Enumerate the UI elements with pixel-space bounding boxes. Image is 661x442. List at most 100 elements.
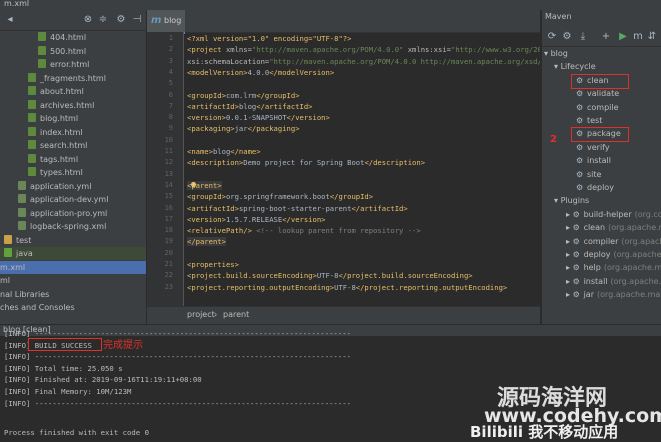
tree-item-label: java [16,249,33,258]
tree-item[interactable]: ml [0,274,146,287]
goal-gear-icon: ⚙ [573,235,581,248]
refresh-icon[interactable]: ⟳ [546,31,558,43]
add-icon[interactable]: + [600,31,612,43]
console-line: [INFO] Finished at: 2019-09-16T11:19:11+… [4,375,202,384]
tree-item[interactable]: java [0,247,147,260]
tree-item-label: m.xml [0,263,25,272]
maven-plugin-build-helper[interactable]: ▸ ⚙build-helper(org.codeh [542,208,661,221]
maven-plugin-jar[interactable]: ▸ ⚙jar(org.apache.maven [542,288,661,301]
maven-file-icon: m [151,15,161,26]
code-token: UTF-8 [317,271,339,280]
line-number: 3 [147,57,173,65]
goal-gear-icon: ⚙ [573,208,581,221]
tree-item[interactable]: archives.html [0,99,147,112]
tree-item[interactable]: types.html [0,166,147,179]
maven-goal-test[interactable]: ⚙test [542,114,661,127]
file-icon [18,181,26,190]
code-token: <modelVersion> [187,68,248,77]
maven-item-label: compile [587,103,619,112]
locate-target-icon[interactable]: ⊗ [82,14,94,26]
maven-goal-icon[interactable]: m [632,31,644,43]
tree-item[interactable]: blog.html [0,112,147,125]
tab-blog-pom[interactable]: m blog [147,10,185,34]
code-token: <version> [187,113,226,122]
code-token: <description> [187,158,243,167]
maven-lifecycle-folder[interactable]: ▾ Lifecycle [542,60,661,73]
code-token: <!-- lookup parent from repository --> [252,226,421,235]
code-token: <relativePath/> [187,226,252,235]
plugin-group: (org.apache.mave [611,277,661,286]
line-number: 18 [147,226,173,234]
tree-item-label: tags.html [40,155,78,164]
maven-goal-site[interactable]: ⚙site [542,168,661,181]
offline-toggle-icon[interactable]: ⇵ [646,31,658,43]
tree-item[interactable]: m.xml [0,261,146,274]
maven-plugin-install[interactable]: ▸ ⚙install(org.apache.mave [542,275,661,288]
code-token: <packaging> [187,124,235,133]
tree-item[interactable]: ches and Consoles [0,301,146,314]
code-token: org.springframework.boot [226,192,330,201]
file-icon [38,46,46,55]
code-line: <artifactId>spring-boot-starter-parent</… [187,204,408,213]
line-number: 11 [147,147,173,155]
maven-plugin-clean[interactable]: ▸ ⚙clean(org.apache.mave [542,221,661,234]
tree-item[interactable]: about.html [0,85,147,98]
maven-goal-install[interactable]: ⚙install [542,154,661,167]
tree-item[interactable]: _fragments.html [0,72,147,85]
hide-panel-icon[interactable]: ⊣ [131,14,143,26]
file-icon [28,113,36,122]
line-number: 23 [147,283,173,291]
code-token: <project.build.sourceEncoding> [187,271,317,280]
tree-item[interactable]: test [0,234,147,247]
tree-item-label: index.html [40,128,83,137]
lightbulb-icon[interactable] [191,182,196,187]
gear-icon[interactable]: ⚙ [115,14,127,26]
tree-item[interactable]: tags.html [0,153,147,166]
maven-item-label: clean [584,223,606,232]
tree-item[interactable]: application.yml [0,180,147,193]
maven-plugin-help[interactable]: ▸ ⚙help(org.apache.maven [542,261,661,274]
folder-icon [4,235,12,244]
maven-plugin-compiler[interactable]: ▸ ⚙compiler(org.apache.ma [542,235,661,248]
code-line: <properties> [187,260,239,269]
download-icon[interactable]: ⤓ [577,31,589,43]
goal-gear-icon: ⚙ [576,87,584,100]
code-token: <project.reporting.outputEncoding> [187,283,334,292]
code-token: Demo project for Spring Boot [243,158,364,167]
maven-item-label: blog [551,49,568,58]
tree-item[interactable]: error.html [0,58,147,71]
maven-goal-verify[interactable]: ⚙verify [542,141,661,154]
maven-plugins-folder[interactable]: ▾ Plugins [542,194,661,207]
code-token: <properties> [187,260,239,269]
code-token: <version> [187,215,226,224]
code-token: xmlns= [226,45,252,54]
tree-item[interactable]: application-dev.yml [0,193,147,206]
run-icon[interactable]: ▶ [617,31,629,43]
scroll-from-source-icon[interactable]: ≑ [97,14,109,26]
tree-item[interactable]: application-pro.yml [0,207,147,220]
line-number: 4 [147,68,173,76]
tree-item[interactable]: logback-spring.xml [0,220,147,233]
tree-item[interactable]: search.html [0,139,147,152]
tree-item[interactable]: 500.html [0,45,147,58]
line-number: 21 [147,260,173,268]
maven-goal-deploy[interactable]: ⚙deploy [542,181,661,194]
file-icon [28,154,36,163]
line-number: 7 [147,102,173,110]
maven-goal-compile[interactable]: ⚙compile [542,101,661,114]
code-line: <packaging>jar</packaging> [187,124,300,133]
generate-sources-icon[interactable]: ⚙ [561,31,573,43]
breadcrumb-parent[interactable]: parent [223,310,249,319]
tree-item[interactable]: nal Libraries [0,288,146,301]
project-panel: ◂ ⊗ ≑ ⚙ ⊣ 404.html500.htmlerror.html_fra… [0,10,147,324]
maven-project-blog[interactable]: ▾ blog [542,47,661,60]
tree-item[interactable]: 404.html [0,31,147,44]
file-icon [28,127,36,136]
breadcrumb-project[interactable]: project [187,310,215,319]
watermark-line3: Bilibili 我不移动应用 [470,421,618,442]
maven-plugin-deploy[interactable]: ▸ ⚙deploy(org.apache.mave [542,248,661,261]
collapse-arrow-icon[interactable]: ◂ [4,14,16,26]
maven-goal-validate[interactable]: ⚙validate [542,87,661,100]
code-token: <name> [187,147,213,156]
tree-item[interactable]: index.html [0,126,147,139]
